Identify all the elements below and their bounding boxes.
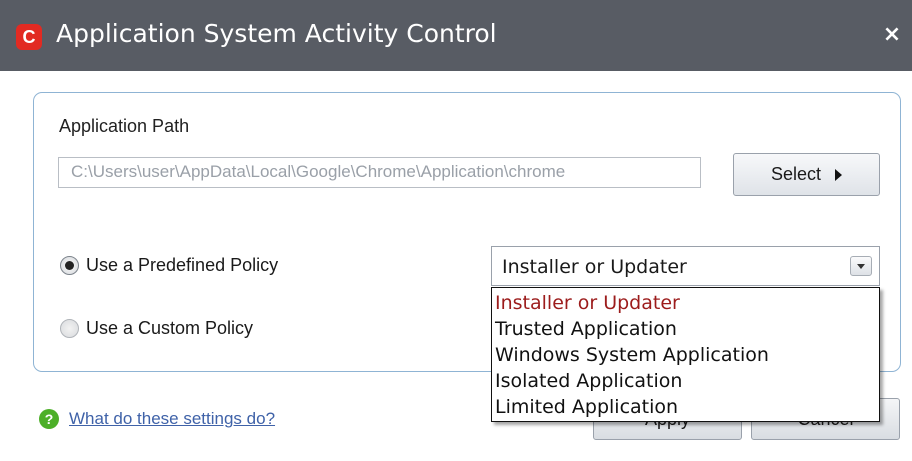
custom-policy-label: Use a Custom Policy — [86, 318, 254, 338]
radio-checked-icon[interactable] — [60, 256, 79, 275]
predefined-policy-label: Use a Predefined Policy — [86, 255, 279, 275]
dropdown-option[interactable]: Trusted Application — [492, 316, 879, 342]
select-button-label: Select — [770, 164, 822, 184]
title-bar: C Application System Activity Control × — [0, 0, 912, 71]
close-icon[interactable]: × — [880, 22, 904, 47]
window-title: Application System Activity Control — [56, 19, 497, 48]
chevron-down-icon[interactable] — [850, 256, 872, 276]
policy-dropdown-list: Installer or Updater Trusted Application… — [491, 287, 880, 422]
help-link[interactable]: What do these settings do? — [69, 409, 275, 429]
dropdown-option[interactable]: Windows System Application — [492, 342, 879, 368]
predefined-policy-radio[interactable]: Use a Predefined Policy — [60, 255, 278, 276]
dropdown-option[interactable]: Limited Application — [492, 394, 879, 420]
help-icon: ? — [39, 409, 59, 429]
radio-unchecked-icon[interactable] — [60, 319, 79, 338]
application-path-label: Application Path — [59, 116, 190, 136]
dropdown-option[interactable]: Isolated Application — [492, 368, 879, 394]
dropdown-option[interactable]: Installer or Updater — [492, 290, 879, 316]
custom-policy-radio[interactable]: Use a Custom Policy — [60, 318, 253, 339]
comodo-logo-icon: C — [16, 24, 42, 50]
policy-dropdown[interactable]: Installer or Updater — [491, 246, 880, 286]
help-row: ? What do these settings do? — [39, 409, 275, 429]
select-button[interactable]: Select — [733, 153, 880, 196]
application-path-input[interactable]: C:\Users\user\AppData\Local\Google\Chrom… — [58, 157, 701, 188]
chevron-right-icon — [835, 168, 843, 181]
policy-dropdown-value: Installer or Updater — [502, 256, 687, 278]
